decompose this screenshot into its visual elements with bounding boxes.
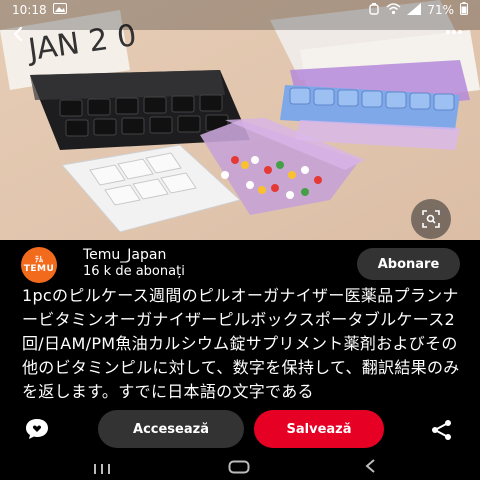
visual-search-button[interactable] — [411, 199, 451, 239]
more-dots-icon — [446, 30, 462, 34]
visit-button[interactable]: Accesează — [98, 410, 244, 448]
pin-image[interactable]: JAN 2 0 — [0, 0, 480, 240]
home-icon — [228, 460, 250, 474]
status-bar: 10:18 71% — [0, 0, 480, 20]
comment-button[interactable] — [24, 417, 50, 441]
save-button[interactable]: Salvează — [254, 410, 384, 448]
comment-heart-icon — [26, 419, 48, 439]
wifi-icon — [386, 2, 401, 18]
follow-button[interactable]: Abonare — [357, 248, 460, 280]
creator-avatar[interactable]: ﾃﾑ TEMU — [21, 247, 57, 283]
creator-row: ﾃﾑ TEMU Temu_Japan 16 k de abonați Abona… — [0, 243, 480, 283]
action-bar: Accesează Salvează — [0, 405, 480, 451]
back-button[interactable] — [4, 20, 32, 48]
signal-icon — [407, 2, 422, 18]
creator-name[interactable]: Temu_Japan — [83, 247, 166, 263]
creator-followers: 16 k de abonați — [83, 264, 185, 279]
share-icon — [432, 420, 451, 440]
more-options-button[interactable] — [444, 22, 464, 42]
share-button[interactable] — [430, 419, 454, 441]
system-back-button[interactable] — [364, 458, 376, 478]
avatar-logo-top: ﾃﾑ — [35, 255, 43, 264]
status-time: 10:18 — [12, 3, 47, 17]
pill-organizer-photo: JAN 2 0 — [0, 0, 480, 240]
system-back-icon — [365, 459, 375, 473]
pin-description: 1pcのピルケース週間のピルオーガナイザー医薬品プランナービタミンオーガナイザー… — [22, 286, 460, 400]
chevron-left-icon — [13, 26, 23, 42]
recent-apps-button[interactable] — [92, 460, 112, 479]
home-button[interactable] — [228, 459, 250, 478]
visual-search-icon — [422, 210, 440, 228]
avatar-logo-bottom: TEMU — [23, 264, 55, 274]
battery-icon — [460, 2, 468, 18]
system-nav-bar — [0, 452, 480, 480]
battery-percent: 71% — [427, 3, 454, 17]
recent-apps-icon — [94, 464, 110, 474]
alarm-icon — [368, 2, 380, 18]
gallery-notification-icon — [52, 3, 67, 17]
